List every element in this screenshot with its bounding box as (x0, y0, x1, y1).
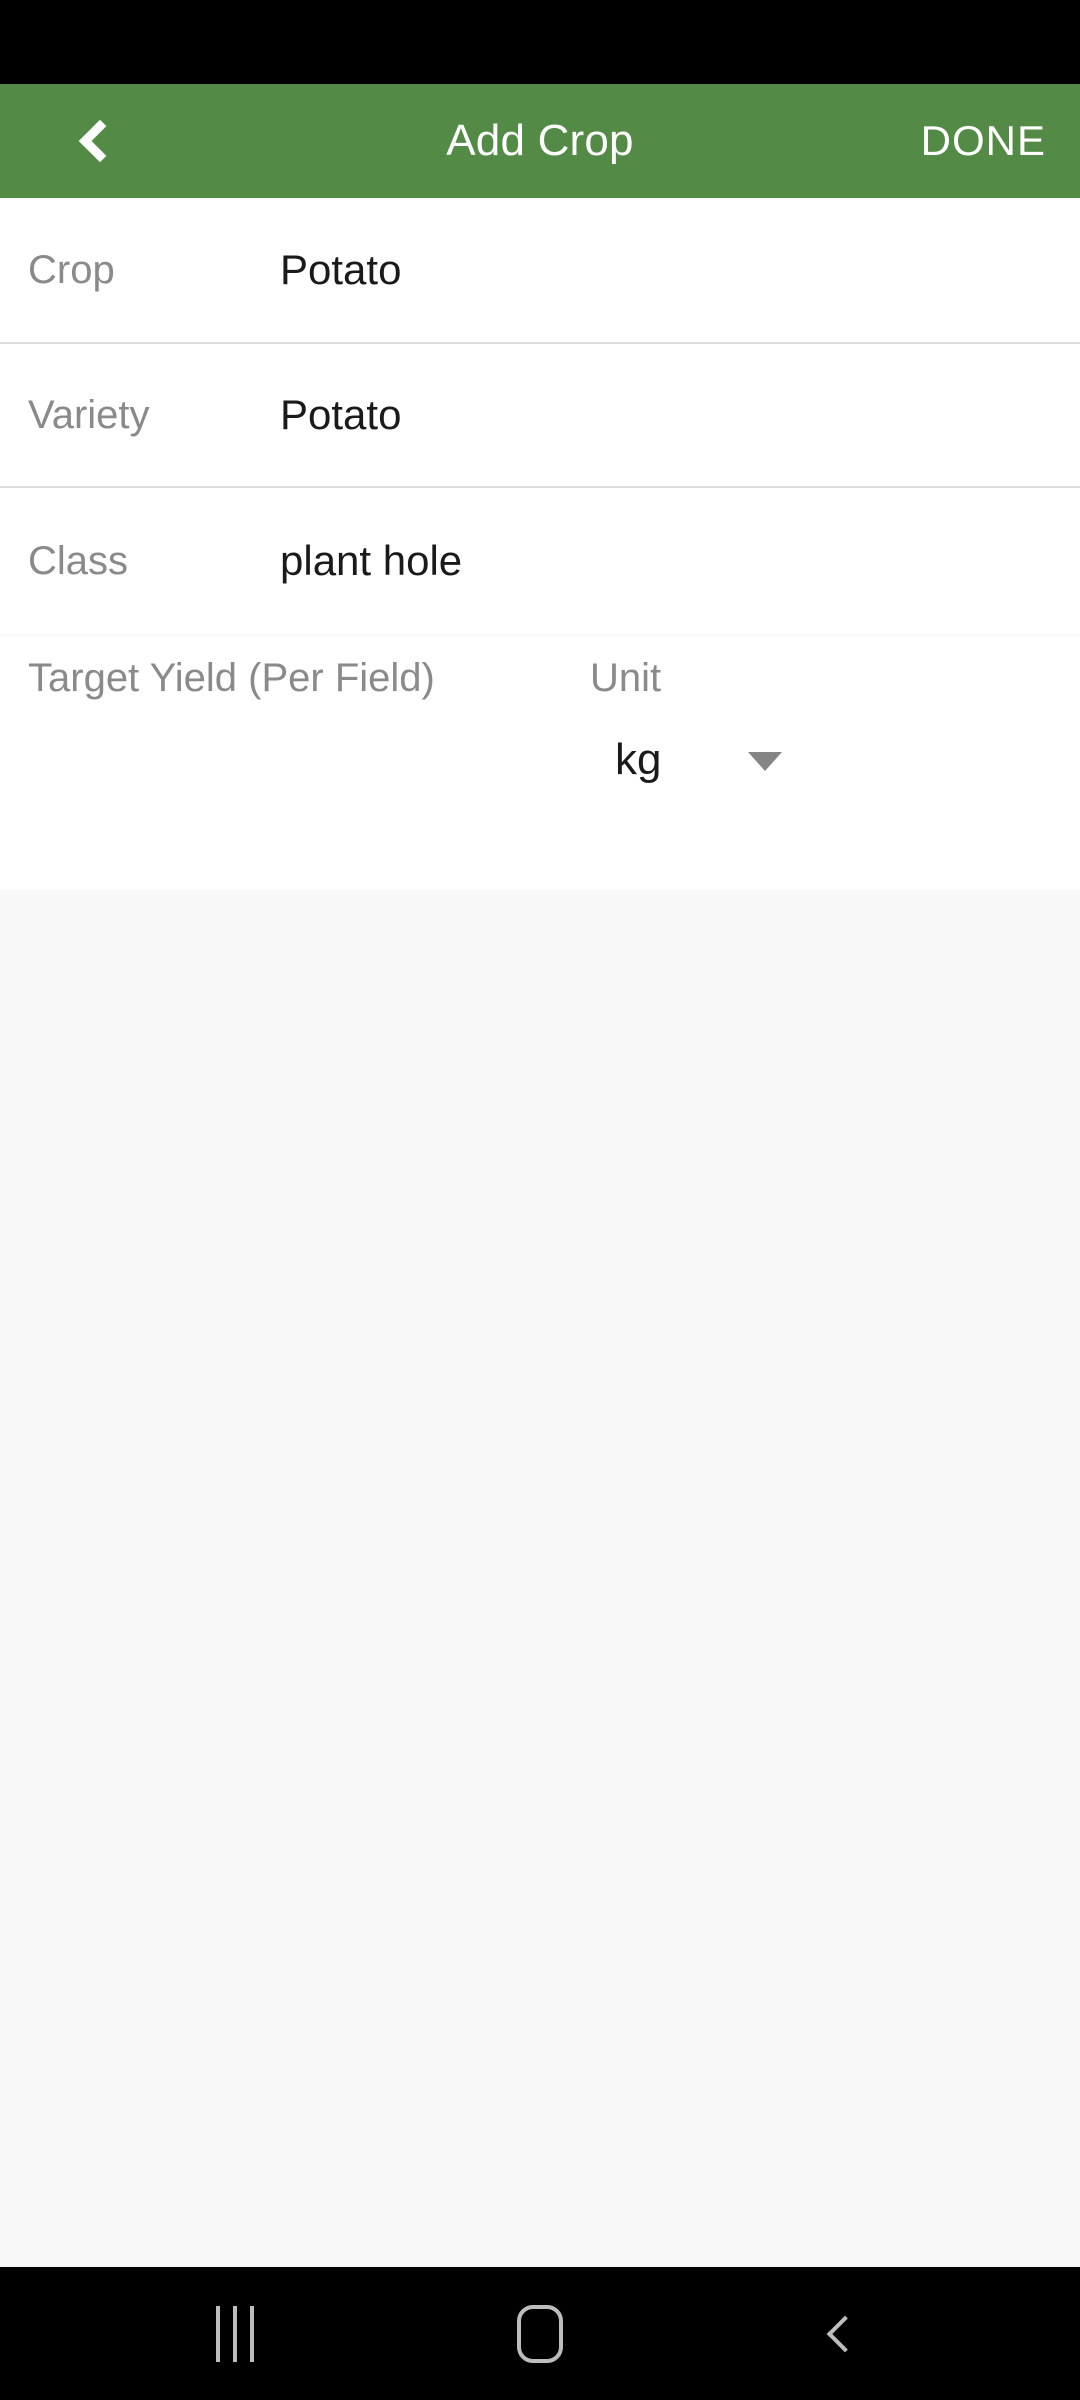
row-label-crop: Crop (28, 247, 115, 292)
app-bar: Add Crop DONE (0, 84, 1080, 198)
row-label-variety: Variety (28, 392, 150, 437)
unit-label: Unit (590, 656, 662, 700)
home-icon (517, 2304, 563, 2363)
unit-selected-value: kg (615, 735, 662, 784)
unit-dropdown[interactable]: kg (590, 722, 840, 798)
page-title: Add Crop (446, 116, 634, 165)
row-value-crop: Potato (280, 246, 402, 293)
form-row-variety[interactable]: Variety Potato (0, 344, 1080, 486)
page-background (0, 890, 1080, 2267)
form-row-crop[interactable]: Crop Potato (0, 198, 1080, 342)
back-icon (826, 2315, 864, 2352)
nav-back-button[interactable] (745, 2267, 945, 2400)
row-value-variety: Potato (280, 391, 402, 438)
system-navigation-bar (0, 2267, 1080, 2400)
nav-home-button[interactable] (440, 2267, 640, 2400)
caret-down-icon (748, 752, 782, 771)
form-row-target-yield: Target Yield (Per Field) Unit kg (0, 636, 1080, 890)
crop-form-card: Crop Potato Variety Potato Class plant h… (0, 198, 1080, 890)
recent-apps-icon (214, 2305, 256, 2362)
done-button[interactable]: DONE (921, 84, 1046, 198)
row-label-class: Class (28, 538, 129, 583)
target-yield-input[interactable] (28, 722, 528, 792)
status-bar (0, 0, 1080, 84)
phone-screen: Add Crop DONE Crop Potato Variety Potato… (0, 0, 1080, 2400)
row-value-class: plant hole (280, 537, 463, 584)
nav-recents-button[interactable] (135, 2267, 335, 2400)
target-yield-label: Target Yield (Per Field) (28, 656, 435, 700)
form-row-class[interactable]: Class plant hole (0, 488, 1080, 634)
